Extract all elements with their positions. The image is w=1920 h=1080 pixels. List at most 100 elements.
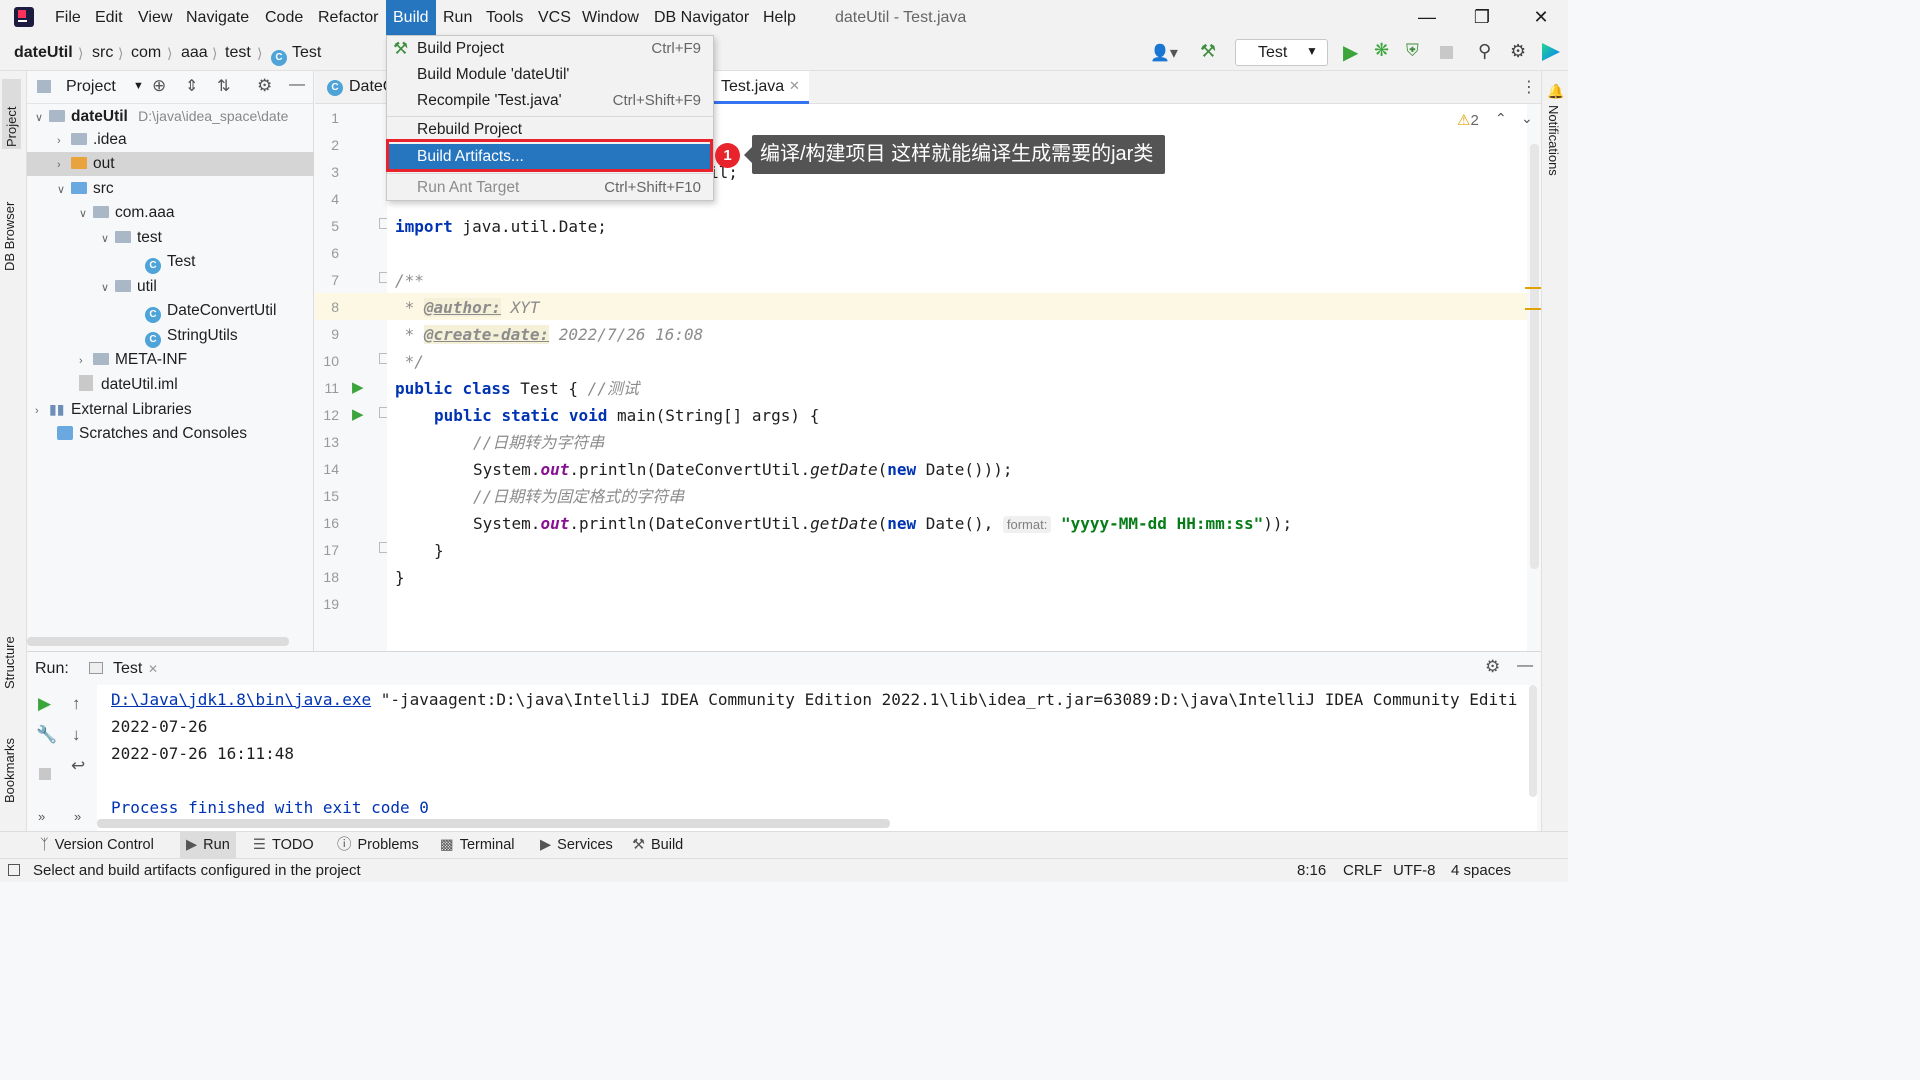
wrench-icon[interactable]: 🔧 xyxy=(36,725,57,745)
horizontal-scrollbar[interactable] xyxy=(97,819,890,828)
horizontal-scrollbar[interactable] xyxy=(27,637,289,646)
console-output[interactable]: D:\Java\jdk1.8\bin\java.exe "-javaagent:… xyxy=(97,685,1537,832)
warning-marker[interactable] xyxy=(1525,308,1541,310)
tree-item-iml[interactable]: dateUtil.iml xyxy=(27,373,314,397)
menu-item-build-project[interactable]: ⚒ Build Project Ctrl+F9 xyxy=(387,36,713,62)
close-tab-icon[interactable]: ✕ xyxy=(148,662,158,676)
search-icon[interactable]: ⚲ xyxy=(1478,41,1491,62)
line-separator[interactable]: CRLF xyxy=(1343,859,1382,883)
fold-icon[interactable] xyxy=(379,542,387,553)
menu-db-navigator[interactable]: DB Navigator xyxy=(654,0,749,35)
menu-view[interactable]: View xyxy=(138,0,172,35)
breadcrumb-class[interactable]: Test xyxy=(292,35,321,71)
menu-build[interactable]: Build xyxy=(386,0,436,35)
more-options-icon[interactable]: ⋮ xyxy=(1521,77,1537,97)
breadcrumb-project[interactable]: dateUtil xyxy=(14,35,73,71)
arrow-down-icon[interactable]: ↓ xyxy=(72,725,81,745)
breadcrumb-src[interactable]: src xyxy=(92,35,113,71)
tree-item-util-package[interactable]: ∨ util xyxy=(27,275,314,299)
warnings-indicator[interactable]: ⚠2 xyxy=(1457,111,1479,129)
minimize-icon[interactable]: — xyxy=(1402,0,1452,35)
bottom-tab-services[interactable]: ▶ Services xyxy=(540,832,613,859)
more-icon[interactable]: » xyxy=(38,809,45,824)
menu-item-run-ant-target[interactable]: Run Ant Target Ctrl+Shift+F10 xyxy=(387,175,713,201)
tree-item-meta-inf[interactable]: › META-INF xyxy=(27,348,314,372)
tool-tab-project[interactable]: Project xyxy=(2,79,21,149)
menu-edit[interactable]: Edit xyxy=(95,0,123,35)
breadcrumb-com[interactable]: com xyxy=(131,35,161,71)
menu-navigate[interactable]: Navigate xyxy=(186,0,249,35)
tree-item-idea[interactable]: › .idea xyxy=(27,128,314,152)
tool-tab-bookmarks[interactable]: Bookmarks xyxy=(2,723,17,803)
tree-item-dateconvertutil[interactable]: C DateConvertUtil xyxy=(27,299,314,323)
tool-tab-structure[interactable]: Structure xyxy=(2,619,17,689)
hide-panel-icon[interactable]: — xyxy=(289,76,305,94)
gear-icon[interactable]: ⚙ xyxy=(257,76,272,96)
java-exe-link[interactable]: D:\Java\jdk1.8\bin\java.exe xyxy=(111,690,371,709)
collapse-all-icon[interactable]: ⇅ xyxy=(217,76,230,96)
bottom-tab-todo[interactable]: ☰ TODO xyxy=(253,832,314,859)
close-tab-icon[interactable]: ✕ xyxy=(789,78,800,94)
tree-item-root[interactable]: ∨ dateUtil D:\java\idea_space\date xyxy=(27,104,314,128)
menu-help[interactable]: Help xyxy=(763,0,796,35)
tool-tab-db-browser[interactable]: DB Browser xyxy=(2,171,17,271)
rerun-icon[interactable]: ▶ xyxy=(38,694,51,714)
layout-icon[interactable] xyxy=(8,859,22,883)
fold-icon[interactable] xyxy=(379,353,387,364)
menu-item-recompile[interactable]: Recompile 'Test.java' Ctrl+Shift+F9 xyxy=(387,88,713,114)
fold-icon[interactable] xyxy=(379,218,387,229)
stop-icon[interactable] xyxy=(39,768,51,780)
project-view-label[interactable]: Project xyxy=(66,78,116,96)
run-gutter-icon[interactable]: ▶ xyxy=(352,405,364,423)
hammer-icon[interactable]: ⚒ xyxy=(1200,41,1216,62)
vertical-scrollbar[interactable] xyxy=(1530,144,1539,569)
run-icon[interactable]: ▶ xyxy=(1343,40,1358,65)
tool-tab-notifications[interactable]: Notifications xyxy=(1546,105,1561,176)
menu-window[interactable]: Window xyxy=(582,0,639,35)
tree-item-test-package[interactable]: ∨ test xyxy=(27,226,314,250)
file-encoding[interactable]: UTF-8 xyxy=(1393,859,1436,883)
menu-code[interactable]: Code xyxy=(265,0,303,35)
bottom-tab-terminal[interactable]: ▩ Terminal xyxy=(440,832,515,859)
chevron-up-icon[interactable]: ⌃ xyxy=(1495,110,1507,127)
bottom-tab-run[interactable]: ▶ Run xyxy=(180,832,236,859)
soft-wrap-icon[interactable]: ↩ xyxy=(71,756,85,776)
menu-item-build-module[interactable]: Build Module 'dateUtil' xyxy=(387,62,713,88)
indent-setting[interactable]: 4 spaces xyxy=(1451,859,1511,883)
run-tab-test[interactable]: Test xyxy=(113,660,142,678)
bottom-tab-build[interactable]: ⚒ Build xyxy=(632,832,683,859)
gear-icon[interactable]: ⚙ xyxy=(1510,41,1526,62)
tree-item-test-class[interactable]: C Test xyxy=(27,250,314,274)
plugin-icon[interactable] xyxy=(1542,43,1560,61)
fold-icon[interactable] xyxy=(379,407,387,418)
menu-file[interactable]: File xyxy=(55,0,81,35)
hide-panel-icon[interactable]: — xyxy=(1517,657,1533,675)
chevron-down-icon[interactable]: ⌄ xyxy=(1521,110,1533,127)
menu-tools[interactable]: Tools xyxy=(486,0,523,35)
stop-icon[interactable] xyxy=(1440,46,1453,59)
close-icon[interactable]: ✕ xyxy=(1516,0,1566,35)
coverage-icon[interactable]: ⛨ xyxy=(1406,41,1419,61)
run-config-select[interactable]: Test ▼ xyxy=(1235,39,1328,66)
tree-item-external-libraries[interactable]: › ▮▮ External Libraries xyxy=(27,397,314,421)
breadcrumb-aaa[interactable]: aaa xyxy=(181,35,208,71)
tree-item-package[interactable]: ∨ com.aaa xyxy=(27,201,314,225)
bottom-tab-version-control[interactable]: ᛉ Version Control xyxy=(40,832,154,859)
tab-dateconvertutil[interactable]: C DateC xyxy=(315,71,394,104)
menu-vcs[interactable]: VCS xyxy=(538,0,571,35)
restore-icon[interactable]: ❐ xyxy=(1457,0,1507,35)
tree-item-src[interactable]: ∨ src xyxy=(27,177,314,201)
tree-item-stringutils[interactable]: C StringUtils xyxy=(27,324,314,348)
breadcrumb-test[interactable]: test xyxy=(225,35,251,71)
user-icon[interactable]: 👤▾ xyxy=(1150,43,1178,63)
caret-position[interactable]: 8:16 xyxy=(1297,859,1326,883)
warning-marker[interactable] xyxy=(1525,287,1541,289)
tree-item-scratches[interactable]: Scratches and Consoles xyxy=(27,422,314,446)
gear-icon[interactable]: ⚙ xyxy=(1485,657,1500,677)
fold-icon[interactable] xyxy=(379,272,387,283)
menu-refactor[interactable]: Refactor xyxy=(318,0,378,35)
arrow-up-icon[interactable]: ↑ xyxy=(72,694,81,714)
vertical-scrollbar[interactable] xyxy=(1529,685,1537,797)
expand-all-icon[interactable]: ⇕ xyxy=(185,76,198,96)
tab-test-java[interactable]: Test.java ✕ xyxy=(713,71,809,104)
